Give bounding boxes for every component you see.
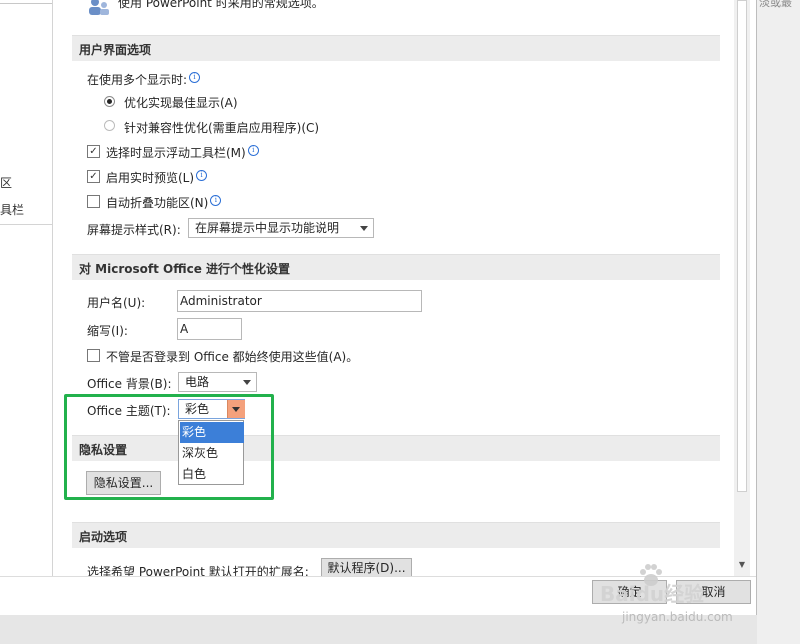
- live-preview-label[interactable]: 启用实时预览(L) i: [106, 169, 208, 186]
- collapse-ribbon-label[interactable]: 自动折叠功能区(N) i: [106, 194, 222, 211]
- info-icon[interactable]: i: [189, 72, 201, 83]
- nav-top-divider: [0, 3, 52, 4]
- watermark-url: jingyan.baidu.com: [622, 610, 733, 624]
- info-icon[interactable]: i: [210, 195, 222, 206]
- default-programs-button[interactable]: 默认程序(D)...: [321, 558, 412, 578]
- mini-toolbar-text: 选择时显示浮动工具栏(M): [106, 146, 246, 160]
- radio-optimize-label[interactable]: 优化实现最佳显示(A): [124, 94, 238, 111]
- section-header-startup: 启动选项: [72, 522, 720, 548]
- section-title: 对 Microsoft Office 进行个性化设置: [79, 262, 291, 276]
- info-icon[interactable]: i: [196, 170, 208, 181]
- people-options-icon: [87, 0, 111, 16]
- initials-label: 缩写(I):: [87, 324, 128, 338]
- username-label: 用户名(U):: [87, 296, 146, 310]
- background-window: [757, 0, 800, 644]
- checkbox-collapse-ribbon[interactable]: [87, 195, 100, 208]
- dropdown-arrow-icon: [243, 380, 251, 385]
- options-dialog: 区 具栏 使用 PowerPoint 时采用的常规选项。 用户界面选项 在使用多…: [0, 0, 757, 615]
- scroll-down-arrow-icon[interactable]: ▼: [734, 556, 750, 573]
- office-background-value: 电路: [185, 375, 210, 389]
- left-nav: 区 具栏: [0, 0, 53, 576]
- screentip-style-label: 屏幕提示样式(R):: [87, 223, 181, 237]
- nav-item-ribbon[interactable]: 区: [0, 174, 12, 191]
- initials-input[interactable]: A: [177, 318, 242, 340]
- office-background-select[interactable]: 电路: [178, 372, 257, 392]
- nav-item-quick-access-toolbar[interactable]: 具栏: [0, 201, 24, 218]
- checkbox-live-preview[interactable]: ✓: [87, 170, 100, 183]
- username-input[interactable]: Administrator: [177, 290, 422, 312]
- watermark-brand: Baidu经验: [600, 582, 705, 606]
- dropdown-arrow-icon: [360, 226, 368, 231]
- section-title: 用户界面选项: [79, 43, 152, 57]
- mini-toolbar-label[interactable]: 选择时显示浮动工具栏(M) i: [106, 144, 259, 161]
- checkbox-mini-toolbar[interactable]: ✓: [87, 145, 100, 158]
- live-preview-text: 启用实时预览(L): [106, 171, 195, 185]
- green-highlight-box: [64, 394, 274, 500]
- section-header-ui-options: 用户界面选项: [72, 35, 720, 61]
- office-background-label: Office 背景(B):: [87, 377, 172, 391]
- checkbox-always-use[interactable]: [87, 349, 100, 362]
- screentip-style-value: 在屏幕提示中显示功能说明: [195, 221, 340, 235]
- section-title: 启动选项: [79, 530, 128, 544]
- background-window-text: 淡或最: [759, 0, 792, 9]
- always-use-label[interactable]: 不管是否登录到 Office 都始终使用这些值(A)。: [106, 348, 358, 365]
- radio-compatibility-label[interactable]: 针对兼容性优化(需重启应用程序)(C): [124, 119, 319, 136]
- scrollbar-thumb[interactable]: [737, 0, 747, 492]
- radio-optimize-display[interactable]: [104, 96, 115, 107]
- section-header-personalize: 对 Microsoft Office 进行个性化设置: [72, 254, 720, 280]
- info-icon[interactable]: i: [247, 145, 259, 156]
- screentip-style-select[interactable]: 在屏幕提示中显示功能说明: [188, 218, 374, 238]
- radio-compatibility[interactable]: [104, 120, 115, 131]
- general-options-description: 使用 PowerPoint 时采用的常规选项。: [118, 0, 324, 10]
- multi-display-text: 在使用多个显示时:: [87, 73, 188, 87]
- multi-display-label: 在使用多个显示时: i: [87, 71, 201, 88]
- collapse-ribbon-text: 自动折叠功能区(N): [106, 196, 209, 210]
- nav-divider: [0, 224, 52, 225]
